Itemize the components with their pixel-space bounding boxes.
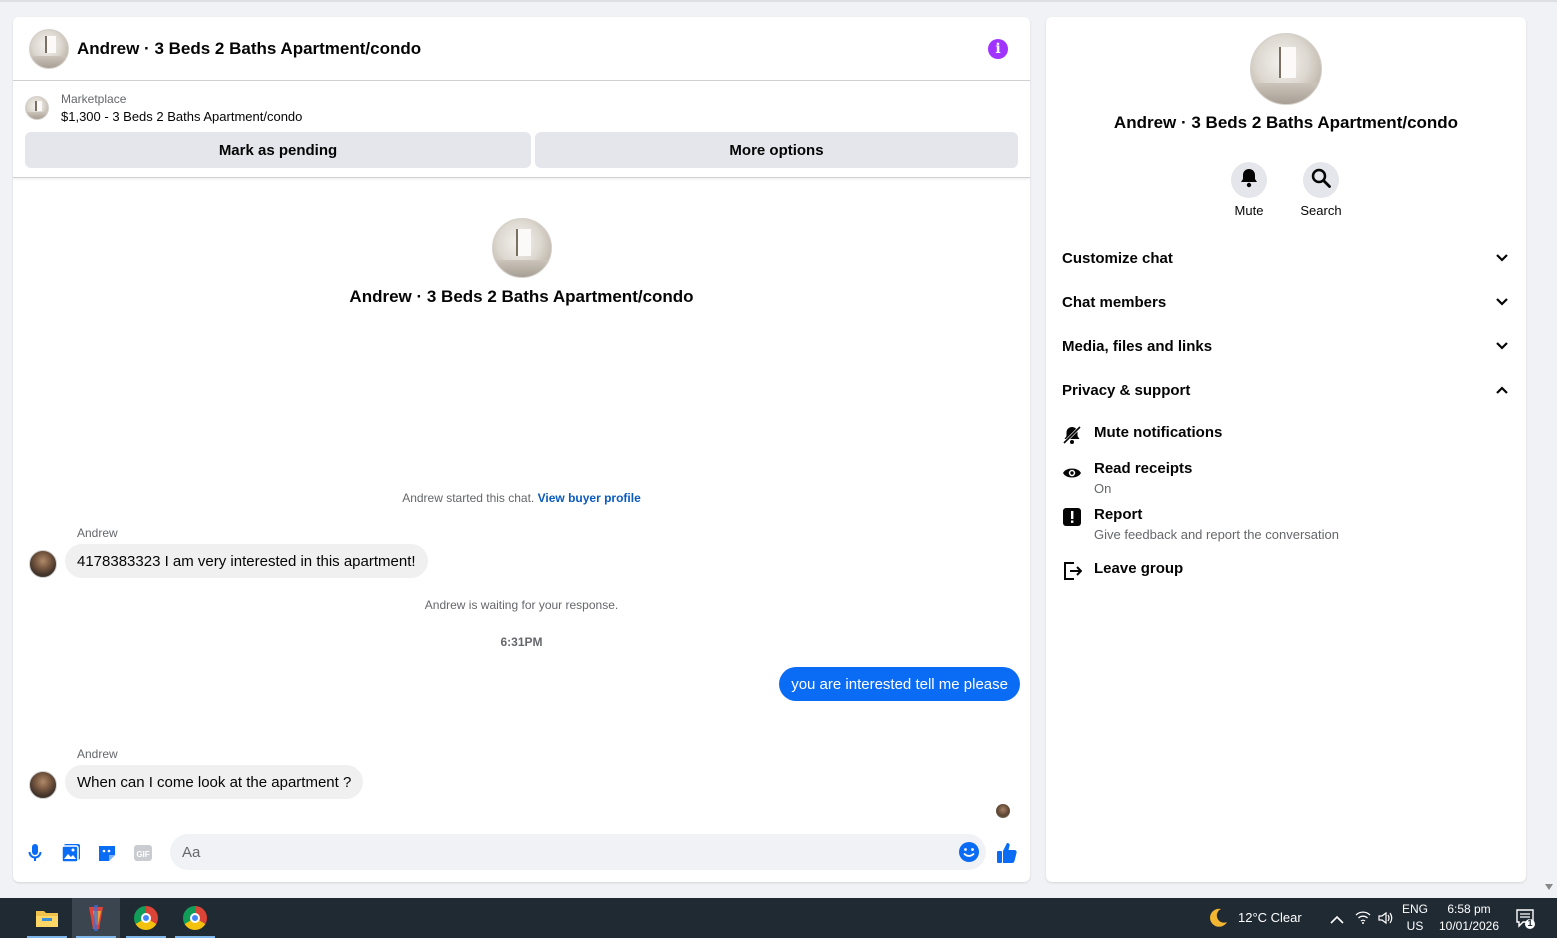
weather-text[interactable]: 12°C Clear [1238,910,1302,925]
message-sender: Andrew [77,526,118,540]
marketplace-listing[interactable]: Marketplace $1,300 - 3 Beds 2 Baths Apar… [25,90,302,126]
sender-avatar[interactable] [29,771,57,799]
chat-header: Andrew · 3 Beds 2 Baths Apartment/condo … [13,17,1030,81]
seen-indicator-avatar [996,804,1010,818]
message-timestamp: 6:31PM [500,635,543,649]
chrome-icon[interactable] [122,898,170,938]
outgoing-message[interactable]: you are interested tell me please [779,667,1020,701]
message-input-wrapper [170,834,986,870]
sender-avatar[interactable] [29,550,57,578]
section-chat-members[interactable]: Chat members [1062,282,1510,322]
search-button[interactable] [1303,162,1339,198]
mark-pending-button[interactable]: Mark as pending [25,132,531,168]
chat-panel: Andrew · 3 Beds 2 Baths Apartment/condo … [13,17,1030,882]
taskbar: 12°C Clear ENG US 6:58 pm 10/01/2026 1 [0,898,1557,938]
notification-count: 1 [1527,918,1533,928]
option-title: Report [1094,506,1143,523]
svg-text:GIF: GIF [136,850,149,859]
report-icon [1062,507,1082,527]
view-buyer-profile-link[interactable]: View buyer profile [538,491,641,505]
sticker-icon[interactable] [95,841,119,865]
listing-thumb [25,96,49,120]
option-mute-notifications[interactable]: Mute notifications [1062,423,1510,445]
more-options-button[interactable]: More options [535,132,1018,168]
file-explorer-icon[interactable] [23,898,71,938]
photo-icon[interactable] [59,841,83,865]
option-title: Mute notifications [1094,424,1223,441]
bell-icon [1240,168,1258,193]
leave-icon [1062,561,1082,581]
section-label: Customize chat [1062,249,1173,267]
search-label: Search [1300,203,1342,218]
language-code: ENG [1401,902,1428,916]
microphone-icon[interactable] [23,841,47,865]
chat-started-notice: Andrew started this chat. View buyer pro… [13,491,1030,505]
incoming-message[interactable]: 4178383323 I am very interested in this … [65,544,428,578]
info-panel: Andrew · 3 Beds 2 Baths Apartment/condo … [1046,17,1526,882]
info-panel-title: Andrew · 3 Beds 2 Baths Apartment/condo [1113,113,1459,132]
listing-avatar[interactable] [29,28,69,69]
chevron-down-icon [1494,250,1510,266]
chevron-up-icon[interactable] [1330,912,1344,930]
language-indicator[interactable]: ENG US [1400,901,1430,935]
option-title: Leave group [1094,560,1184,577]
chevron-down-icon [1494,338,1510,354]
incoming-message[interactable]: When can I come look at the apartment ? [65,765,364,799]
clock-date: 10/01/2026 [1438,919,1500,933]
top-border [0,0,1557,2]
waiting-notice: Andrew is waiting for your response. [424,598,619,612]
keyboard-region: US [1406,919,1424,933]
search-icon [1311,168,1331,193]
volume-icon[interactable] [1377,910,1393,931]
gif-icon[interactable]: GIF [131,841,155,865]
app-icon[interactable] [72,898,120,938]
eye-icon [1062,463,1082,483]
chevron-up-icon [1494,382,1510,398]
mute-label: Mute [1234,203,1264,218]
thumbs-up-icon[interactable] [995,841,1019,865]
option-leave-group[interactable]: Leave group [1062,559,1510,581]
clock-time: 6:58 pm [1447,902,1491,916]
option-read-receipts[interactable]: Read receipts On [1062,459,1510,499]
notification-icon[interactable]: 1 [1515,908,1537,935]
option-subtitle: Give feedback and report the conversatio… [1094,527,1339,542]
option-report[interactable]: Report Give feedback and report the conv… [1062,505,1510,545]
section-label: Privacy & support [1062,381,1191,399]
chrome-icon[interactable] [171,898,219,938]
mute-button[interactable] [1231,162,1267,198]
intro-avatar [492,218,552,278]
chevron-down-icon [1494,294,1510,310]
chat-started-text: Andrew started this chat. [402,491,535,505]
start-edge[interactable] [0,898,12,938]
option-title: Read receipts [1094,460,1193,477]
section-privacy-support[interactable]: Privacy & support [1062,370,1510,410]
listing-price: $1,300 - 3 Beds 2 Baths Apartment/condo [61,109,303,124]
emoji-icon[interactable] [958,841,980,863]
section-label: Chat members [1062,293,1167,311]
message-sender: Andrew [77,747,118,761]
info-icon[interactable]: i [988,39,1008,59]
composer: GIF [13,831,1030,875]
option-subtitle: On [1094,481,1112,496]
intro-title: Andrew · 3 Beds 2 Baths Apartment/condo [349,287,694,306]
info-panel-avatar[interactable] [1250,33,1322,105]
network-icon[interactable] [1355,910,1371,929]
section-label: Media, files and links [1062,337,1213,355]
section-media-files-links[interactable]: Media, files and links [1062,326,1510,366]
clock[interactable]: 6:58 pm 10/01/2026 [1436,901,1502,935]
marketplace-bar: Marketplace $1,300 - 3 Beds 2 Baths Apar… [13,82,1030,178]
chat-title[interactable]: Andrew · 3 Beds 2 Baths Apartment/condo [77,39,421,59]
marketplace-label: Marketplace [61,92,127,106]
scroll-down-arrow[interactable] [1545,884,1553,890]
weather-moon-icon[interactable] [1207,907,1229,934]
bell-slash-icon [1062,425,1082,445]
section-customize-chat[interactable]: Customize chat [1062,238,1510,278]
message-input[interactable] [170,834,930,870]
